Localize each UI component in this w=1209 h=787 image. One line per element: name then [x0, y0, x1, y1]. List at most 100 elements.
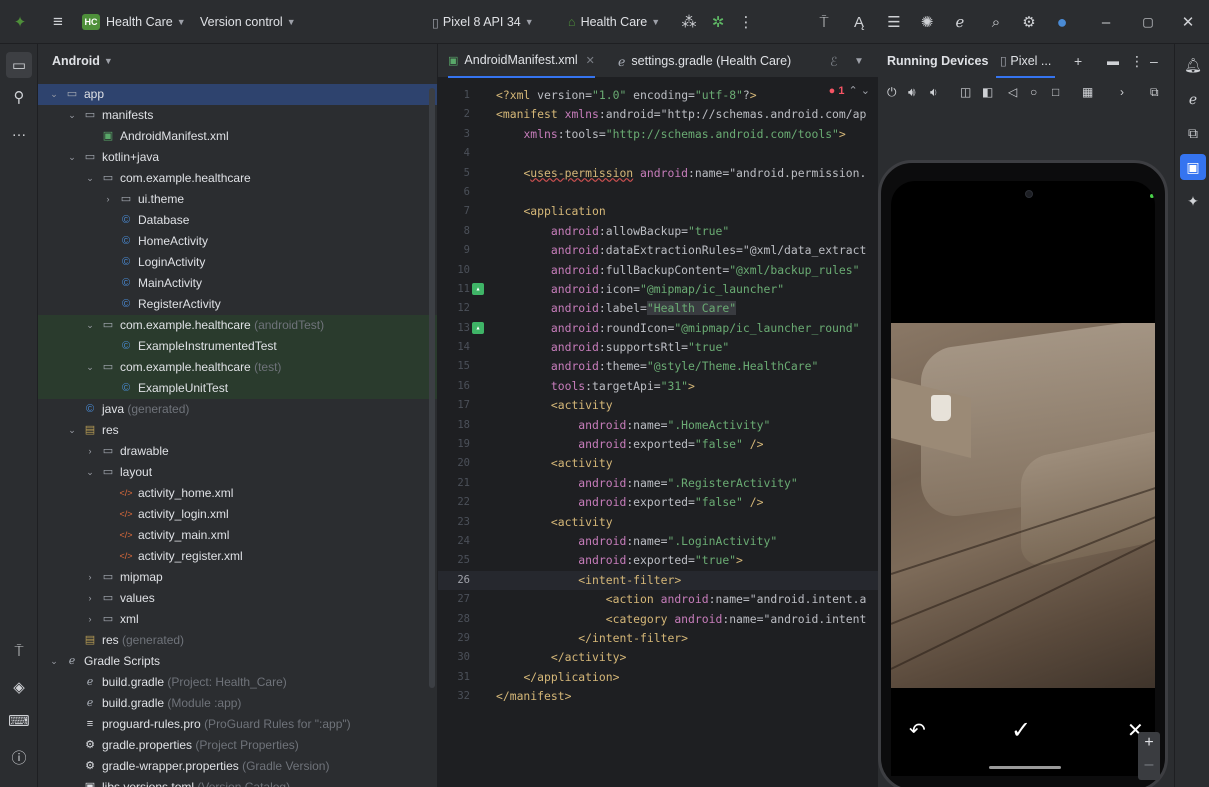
- code-line[interactable]: 10 android:fullBackupContent="@xml/backu…: [438, 261, 878, 280]
- problems-icon[interactable]: ⓘ: [6, 744, 32, 770]
- chevron-down-icon[interactable]: ⌄: [48, 84, 60, 105]
- back-icon[interactable]: ◁: [1008, 78, 1017, 106]
- gem-icon[interactable]: ◈: [6, 674, 32, 700]
- code-line[interactable]: 28 <category android:name="android.inten…: [438, 610, 878, 629]
- tree-item[interactable]: ⌄ ▭ kotlin+java: [38, 147, 437, 168]
- undo-icon[interactable]: ↶: [909, 701, 926, 761]
- more-vertical-icon[interactable]: ⋮: [735, 0, 757, 44]
- chevron-right-icon[interactable]: ›: [84, 567, 96, 588]
- chevron-down-icon[interactable]: ⌄: [84, 168, 96, 189]
- code-line[interactable]: 2 <manifest xmlns:android="http://schemas…: [438, 105, 878, 124]
- code-line[interactable]: 31 </application>: [438, 668, 878, 687]
- hide-panel-icon[interactable]: –: [1150, 44, 1158, 78]
- tree-item[interactable]: © MainActivity: [38, 273, 437, 294]
- account-avatar-icon[interactable]: ●: [1050, 0, 1074, 44]
- maximize-icon[interactable]: ▢: [1136, 0, 1160, 44]
- code-line[interactable]: 22 android:exported="false" />: [438, 493, 878, 512]
- tree-item[interactable]: › ▭ mipmap: [38, 567, 437, 588]
- run-config-selector[interactable]: ⌂ Health Care ▼: [568, 0, 660, 44]
- line-number[interactable]: 23: [438, 513, 470, 532]
- code-line[interactable]: 16 tools:targetApi="31">: [438, 377, 878, 396]
- debug-icon[interactable]: ✲: [707, 0, 729, 44]
- code-line[interactable]: 3 xmlns:tools="http://schemas.android.co…: [438, 125, 878, 144]
- notifications-icon[interactable]: 🔔︎: [1180, 52, 1206, 78]
- chevron-right-icon[interactable]: ›: [84, 588, 96, 609]
- add-device-icon[interactable]: +: [1074, 44, 1082, 78]
- rotate-left-icon[interactable]: ◫: [960, 78, 971, 106]
- chevron-down-icon[interactable]: ⌄: [66, 147, 78, 168]
- line-number[interactable]: 30: [438, 648, 470, 667]
- line-number[interactable]: 13: [438, 319, 470, 338]
- line-number[interactable]: 10: [438, 261, 470, 280]
- code-line[interactable]: 14 android:supportsRtl="true": [438, 338, 878, 357]
- line-number[interactable]: 32: [438, 687, 470, 706]
- tree-item[interactable]: ▣ AndroidManifest.xml: [38, 126, 437, 147]
- line-number[interactable]: 7: [438, 202, 470, 221]
- code-line[interactable]: 25 android:exported="true">: [438, 551, 878, 570]
- build-variants-icon[interactable]: ⍑: [6, 638, 32, 664]
- zoom-out-icon[interactable]: –: [1145, 756, 1154, 773]
- chevron-right-icon[interactable]: ›: [84, 441, 96, 462]
- tree-item[interactable]: ≡ proguard-rules.pro (ProGuard Rules for …: [38, 714, 437, 735]
- line-number[interactable]: 11: [438, 280, 470, 299]
- tabs-dropdown-icon[interactable]: ▼: [854, 44, 864, 78]
- tree-item[interactable]: ⌄ ▭ layout: [38, 462, 437, 483]
- tree-item[interactable]: ⚙ gradle.properties (Project Properties): [38, 735, 437, 756]
- android-studio-icon[interactable]: ✦: [8, 0, 32, 44]
- line-number[interactable]: 16: [438, 377, 470, 396]
- tree-item[interactable]: ⌄ ▭ app: [38, 84, 437, 105]
- project-view-selector[interactable]: Android ▼: [38, 44, 437, 78]
- line-number[interactable]: 6: [438, 183, 470, 202]
- device-screen[interactable]: ↶ ✓ ✕: [891, 181, 1155, 776]
- code-line[interactable]: 29 </intent-filter>: [438, 629, 878, 648]
- window-layout-icon[interactable]: ▬: [1107, 44, 1119, 78]
- power-icon[interactable]: ⏻: [887, 78, 897, 106]
- chevron-right-icon[interactable]: ›: [102, 189, 114, 210]
- tree-item[interactable]: ▤ res (generated): [38, 630, 437, 651]
- line-number[interactable]: 8: [438, 222, 470, 241]
- code-area[interactable]: 1 <?xml version="1.0" encoding="utf-8"?> 2…: [438, 86, 878, 707]
- structure-icon[interactable]: ⚲: [6, 84, 32, 110]
- tree-item[interactable]: </> activity_login.xml: [38, 504, 437, 525]
- volume-down-icon[interactable]: 🔉︎: [930, 78, 938, 106]
- line-number[interactable]: 22: [438, 493, 470, 512]
- vcs-selector[interactable]: Version control ▼: [200, 0, 296, 44]
- chevron-down-icon[interactable]: ⌄: [84, 462, 96, 483]
- code-line[interactable]: 27 <action android:name="android.intent.…: [438, 590, 878, 609]
- layout-inspector-icon[interactable]: ☰: [882, 0, 906, 44]
- sparkle-icon[interactable]: ✦: [1180, 188, 1206, 214]
- code-line[interactable]: 4: [438, 144, 878, 163]
- project-selector[interactable]: HC Health Care ▼: [82, 0, 186, 44]
- project-folder-icon[interactable]: ▭: [6, 52, 32, 78]
- code-line[interactable]: 23 <activity: [438, 513, 878, 532]
- line-number[interactable]: 19: [438, 435, 470, 454]
- project-scrollbar[interactable]: [429, 88, 435, 688]
- chevron-down-icon[interactable]: ⌄: [84, 315, 96, 336]
- code-line[interactable]: 8 android:allowBackup="true": [438, 222, 878, 241]
- tree-item[interactable]: ▣ libs.versions.toml (Version Catalog): [38, 777, 437, 787]
- line-number[interactable]: 9: [438, 241, 470, 260]
- running-devices-icon[interactable]: ▣: [1180, 154, 1206, 180]
- tree-item[interactable]: </> activity_home.xml: [38, 483, 437, 504]
- chevron-down-icon[interactable]: ⌄: [66, 105, 78, 126]
- tree-item[interactable]: © HomeActivity: [38, 231, 437, 252]
- code-line[interactable]: 1 <?xml version="1.0" encoding="utf-8"?>: [438, 86, 878, 105]
- line-number[interactable]: 31: [438, 668, 470, 687]
- tree-item[interactable]: ⚙ gradle-wrapper.properties (Gradle Versi…: [38, 756, 437, 777]
- overview-icon[interactable]: □: [1052, 78, 1059, 106]
- tree-item[interactable]: </> activity_main.xml: [38, 525, 437, 546]
- tree-item[interactable]: ⌄ ▭ com.example.healthcare: [38, 168, 437, 189]
- code-line[interactable]: 20 <activity: [438, 454, 878, 473]
- tree-item[interactable]: › ▭ ui.theme: [38, 189, 437, 210]
- code-line[interactable]: 30 </activity>: [438, 648, 878, 667]
- tree-item[interactable]: ⌄ ▭ com.example.healthcare (test): [38, 357, 437, 378]
- tree-item[interactable]: © ExampleUnitTest: [38, 378, 437, 399]
- tree-item[interactable]: › ▭ drawable: [38, 441, 437, 462]
- device-selector[interactable]: ▯ Pixel 8 API 34 ▼: [432, 0, 534, 44]
- tree-item[interactable]: › ▭ xml: [38, 609, 437, 630]
- minimize-icon[interactable]: –: [1094, 0, 1118, 44]
- tree-item[interactable]: © Database: [38, 210, 437, 231]
- code-line[interactable]: 15 android:theme="@style/Theme.HealthCar…: [438, 357, 878, 376]
- line-number[interactable]: 29: [438, 629, 470, 648]
- gemini-icon[interactable]: ℯ: [1180, 86, 1206, 112]
